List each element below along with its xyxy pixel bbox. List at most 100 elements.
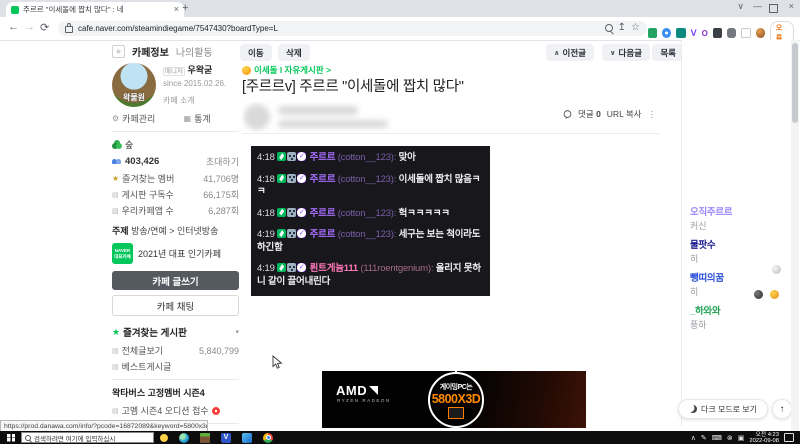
move-post-button[interactable]: 이동 <box>240 44 272 61</box>
topic-label: 주제 <box>112 226 129 236</box>
comment-label[interactable]: 댓글 <box>578 109 594 119</box>
cafe-grade: 숲 <box>125 140 134 150</box>
extension-blue-icon[interactable] <box>662 28 672 38</box>
tab-cafe-info[interactable]: 카페정보 <box>132 44 169 59</box>
notification-center-icon[interactable] <box>784 433 794 442</box>
window-maximize-button[interactable] <box>769 4 778 13</box>
back-button[interactable]: ← <box>8 21 19 33</box>
pen-icon[interactable]: ✎ <box>701 434 707 442</box>
list-button[interactable]: 목록 <box>652 44 684 61</box>
scroll-to-top-button[interactable]: ↑ <box>772 399 792 419</box>
ime-icon[interactable]: ▣ <box>738 434 745 442</box>
member-count: 403,426 <box>125 156 160 167</box>
ad-headline-small: 게이밍PC는 <box>439 383 473 391</box>
prev-post-button[interactable]: ∧ 이전글 <box>545 44 594 61</box>
cafe-chat-button[interactable]: 카페 채팅 <box>112 295 239 316</box>
amd-arrow-icon <box>369 386 379 395</box>
browser-toolbar: ← → ⟳ cafe.naver.com/steamindiegame/7547… <box>0 17 800 45</box>
extension-dark-icon[interactable] <box>712 28 723 38</box>
stat-label: 게시판 구독수 <box>121 190 174 200</box>
bookmark-star-icon[interactable]: ☆ <box>631 23 640 33</box>
start-button-icon[interactable] <box>7 433 15 442</box>
minecraft-icon[interactable] <box>200 432 210 443</box>
taskbar-search-input[interactable]: 검색하려면 여기에 입력하십시 <box>21 432 154 443</box>
taskbar-clock[interactable]: 오전 4:23 2022-09-08 <box>749 432 779 444</box>
extension-v-icon[interactable]: V <box>691 28 697 38</box>
board-best-posts[interactable]: 베스트게시글 <box>122 360 172 373</box>
tray-expand-icon[interactable]: ∧ <box>691 434 696 442</box>
new-post-dot-icon <box>211 406 220 415</box>
cafe-sidebar: ★ 카페정보 나의활동 왁물원 매니저 우왁굳 since 2015.02.26… <box>112 44 239 426</box>
window-close-button[interactable]: × <box>789 1 794 11</box>
chat-message: 4:19 주르르 (cotton__123): 세구는 보는 척이라도 하긴함 <box>257 229 484 254</box>
keyboard-icon[interactable]: ⌨ <box>712 434 722 442</box>
extension-teal-icon[interactable] <box>676 28 686 38</box>
weather-widget-icon[interactable] <box>160 433 168 442</box>
board-emoji-icon <box>242 65 251 75</box>
gear-icon: ⚙ <box>112 114 120 123</box>
extensions-puzzle-icon[interactable] <box>727 28 737 38</box>
chat-handle: (cotton__123): <box>337 152 397 163</box>
overlay-chat-username: 오직주르르 <box>690 207 733 218</box>
extension-green-icon[interactable] <box>648 28 658 38</box>
forward-button[interactable]: → <box>24 21 35 33</box>
reload-button[interactable]: ⟳ <box>40 21 49 34</box>
stat-label: 즐겨찾는 멤버 <box>122 174 175 184</box>
chrome-icon[interactable] <box>263 432 273 443</box>
post-more-icon[interactable]: ⋮ <box>648 109 657 120</box>
profile-avatar[interactable] <box>755 28 765 38</box>
section-title: 왁타버스 고정멤버 시즌4 <box>112 388 205 398</box>
amd-logo: AMD <box>336 383 379 398</box>
blue-app-icon[interactable] <box>242 432 252 443</box>
address-bar[interactable]: cafe.naver.com/steamindiegame/7547430?bo… <box>58 20 647 36</box>
chat-username: 주르르 <box>309 207 336 219</box>
favorite-cafe-star-icon[interactable]: ★ <box>112 44 125 58</box>
next-post-button[interactable]: ∨ 다음글 <box>601 44 650 61</box>
prediction-badge-icon <box>277 207 287 217</box>
v-app-icon[interactable]: V <box>221 432 231 443</box>
cafe-manage-link[interactable]: 카페관리 <box>122 112 155 125</box>
chat-message: 4:18 주르르 (cotton__123): 이세돌에 짭치 많음ㅋㅋ <box>257 173 484 199</box>
tray-status-icon[interactable]: ⊗ <box>727 434 733 442</box>
tab-my-activity[interactable]: 나의활동 <box>176 44 213 59</box>
members-icon <box>112 158 122 165</box>
manager-name[interactable]: 우왁굳 <box>187 65 212 75</box>
tab-close-icon[interactable]: × <box>174 5 179 14</box>
extension-o-icon[interactable]: O <box>702 29 708 38</box>
chat-message: 4:18 주르르 (cotton__123): 맞아 <box>257 152 484 165</box>
extension-light-icon[interactable] <box>741 28 751 38</box>
board-all-posts[interactable]: 전체글보기 <box>122 344 163 357</box>
overlay-chat-username: _하와와 <box>690 306 721 317</box>
cafe-intro-link[interactable]: 카페 소개 <box>163 95 226 106</box>
cafe-write-button[interactable]: 카페 글쓰기 <box>112 271 239 290</box>
page-scrollbar[interactable] <box>791 40 799 432</box>
share-icon[interactable]: ↥ <box>618 23 626 33</box>
ad-headline-big: 5800X3D <box>431 391 481 406</box>
fav-boards-title: 즐겨찾는 게시판 <box>123 328 187 339</box>
window-minimize-button[interactable]: — <box>753 1 762 11</box>
chat-message: 4:18 주르르 (cotton__123): 헉ㅋㅋㅋㅋㅋ <box>257 207 484 221</box>
comment-count: 0 <box>596 109 601 119</box>
divider <box>242 133 660 134</box>
tab-search-caret-icon[interactable]: ∨ <box>737 1 744 12</box>
collapse-chevron-icon[interactable]: ▾ <box>235 328 239 336</box>
dark-mode-button[interactable]: 다크 모드로 보기 <box>678 399 768 419</box>
cafe-stats-link[interactable]: 통계 <box>194 112 211 125</box>
manager-tag: 매니저 <box>163 67 185 76</box>
url-copy-button[interactable]: URL 복사 <box>607 108 642 120</box>
amd-ad-banner[interactable]: AMD RYZEN RADEON 게이밍PC는 5800X3D <box>322 371 586 428</box>
cafe-logo[interactable]: 왁물원 <box>112 63 156 107</box>
board-item[interactable]: 고멤 시즌4 오디션 접수 <box>122 404 209 417</box>
invite-link[interactable]: 초대하기 <box>206 155 239 168</box>
screen: 주르르 "이세돌에 짭치 많다" : 네 × + ∨ — × ← → ⟳ caf… <box>0 0 800 444</box>
new-tab-button[interactable]: + <box>182 2 188 14</box>
cafe-since: since 2015.02.26. <box>163 79 227 88</box>
delete-post-button[interactable]: 삭제 <box>278 44 310 61</box>
zoom-icon[interactable] <box>604 24 613 32</box>
target-circle-graphic: 게이밍PC는 5800X3D <box>428 371 484 428</box>
representative-cafe-text: 2021년 대표 인기카페 <box>138 249 221 259</box>
edge-icon[interactable] <box>179 432 189 443</box>
scrollbar-thumb[interactable] <box>792 43 798 123</box>
topic-value[interactable]: 방송/연예 > 인터넷방송 <box>131 226 218 236</box>
browser-tab[interactable]: 주르르 "이세돌에 짭치 많다" : 네 × <box>6 2 184 17</box>
